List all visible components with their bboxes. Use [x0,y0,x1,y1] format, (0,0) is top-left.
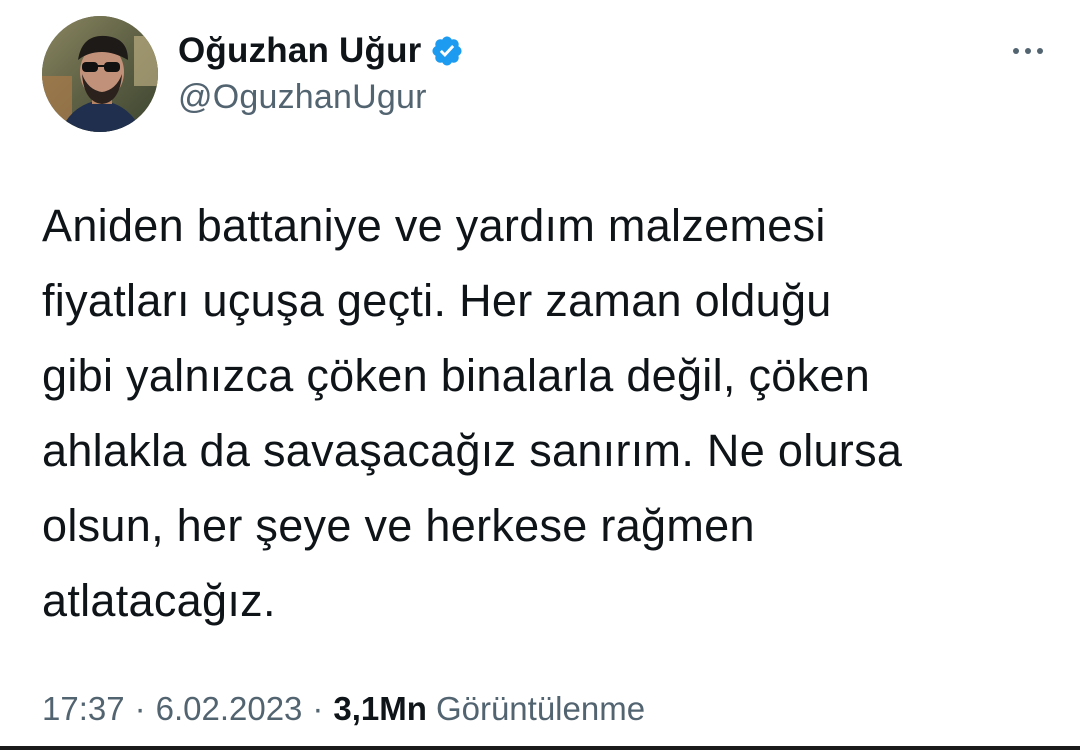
tweet-date[interactable]: 6.02.2023 [156,690,303,728]
tweet-meta: 17:37 · 6.02.2023 · 3,1Mn Görüntülenme [42,690,645,728]
name-row: Oğuzhan Uğur [178,28,464,74]
views-label: Görüntülenme [435,690,646,727]
verified-badge-icon [430,34,464,68]
avatar-image [42,16,158,132]
tweet-card: Oğuzhan Uğur @OguzhanUgur Aniden battani… [0,0,1080,750]
tweet-time[interactable]: 17:37 [42,690,125,728]
more-horizontal-icon [1013,48,1019,54]
more-dot [1025,48,1031,54]
meta-separator: · [312,690,324,727]
more-dot [1037,48,1043,54]
views-count[interactable]: 3,1Mn [333,690,427,728]
tweet-text: Aniden battaniye ve yardım malzemesi fiy… [42,200,903,626]
avatar[interactable] [42,16,158,132]
more-options-button[interactable] [1006,36,1050,66]
divider [0,746,1080,750]
user-handle[interactable]: @OguzhanUgur [178,78,464,117]
display-name[interactable]: Oğuzhan Uğur [178,31,422,71]
user-info: Oğuzhan Uğur @OguzhanUgur [178,28,464,117]
meta-separator: · [134,690,146,727]
